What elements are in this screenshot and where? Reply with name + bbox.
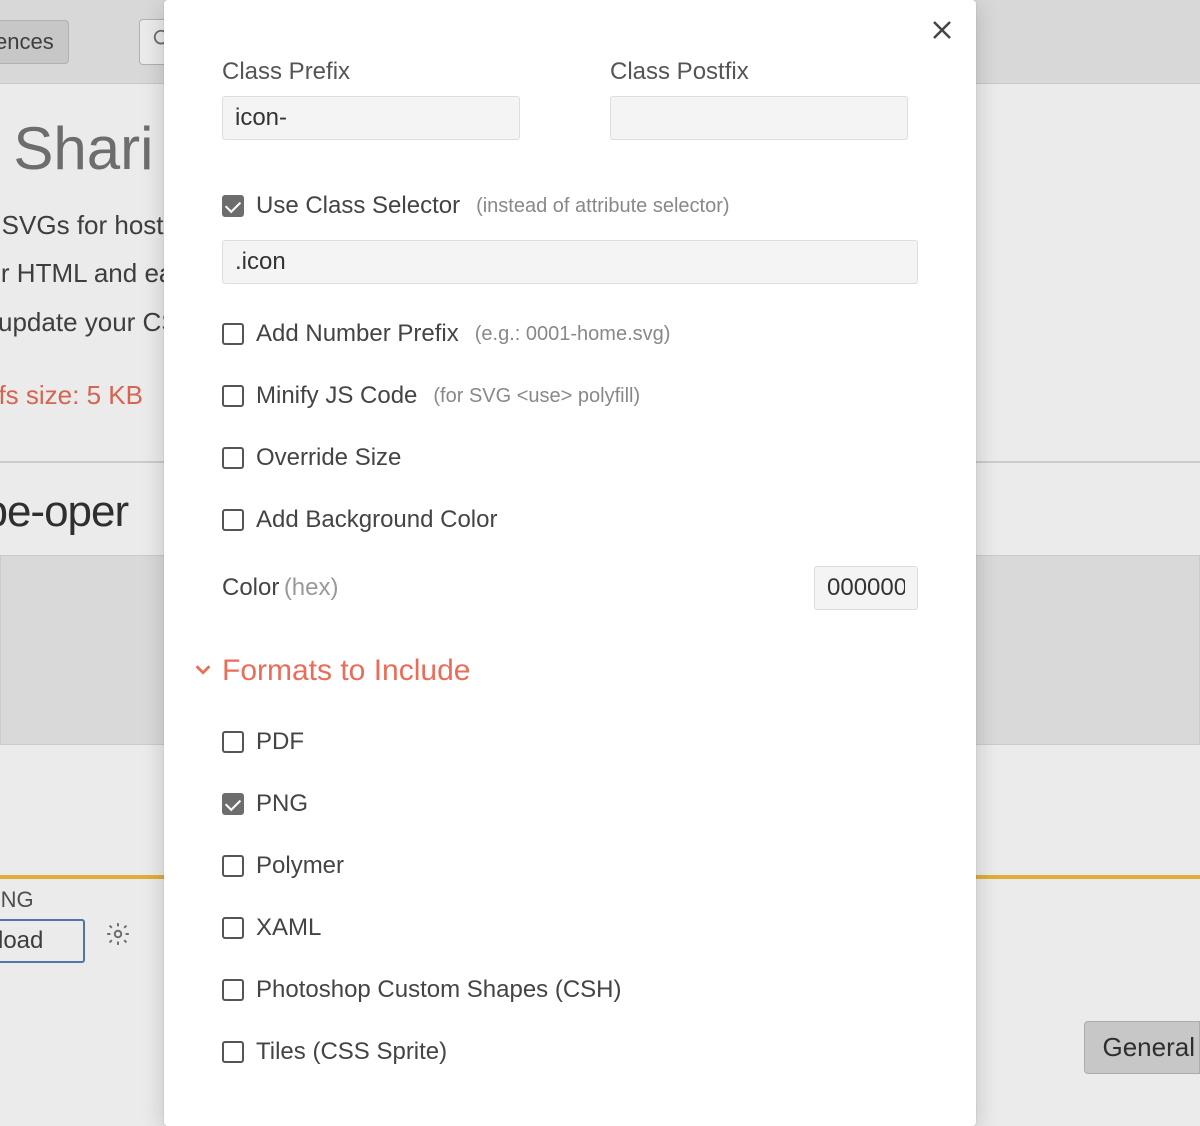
class-prefix-input[interactable] <box>222 96 520 140</box>
minify-js-checkbox[interactable] <box>222 385 244 407</box>
format-tiles-row: Tiles (CSS Sprite) <box>222 1038 918 1066</box>
add-number-prefix-label: Add Number Prefix <box>256 320 459 348</box>
format-csh-row: Photoshop Custom Shapes (CSH) <box>222 976 918 1004</box>
format-csh-checkbox[interactable] <box>222 979 244 1001</box>
class-prefix-label: Class Prefix <box>222 58 530 86</box>
class-postfix-field: Class Postfix <box>610 58 918 140</box>
add-bg-color-label: Add Background Color <box>256 506 497 534</box>
close-icon <box>930 29 954 46</box>
use-class-selector-label: Use Class Selector <box>256 192 460 220</box>
class-postfix-input[interactable] <box>610 96 908 140</box>
minify-js-row: Minify JS Code (for SVG <use> polyfill) <box>222 382 918 410</box>
format-pdf-row: PDF <box>222 728 918 756</box>
formats-heading-label: Formats to Include <box>222 654 470 688</box>
format-tiles-label: Tiles (CSS Sprite) <box>256 1038 447 1066</box>
use-class-selector-checkbox[interactable] <box>222 195 244 217</box>
add-number-prefix-hint: (e.g.: 0001-home.svg) <box>475 323 671 346</box>
add-number-prefix-checkbox[interactable] <box>222 323 244 345</box>
format-polymer-label: Polymer <box>256 852 344 880</box>
color-input[interactable] <box>814 566 918 610</box>
format-png-row: PNG <box>222 790 918 818</box>
class-postfix-label: Class Postfix <box>610 58 918 86</box>
override-size-label: Override Size <box>256 444 401 472</box>
color-row: Color (hex) <box>222 566 918 610</box>
add-number-prefix-row: Add Number Prefix (e.g.: 0001-home.svg) <box>222 320 918 348</box>
format-polymer-checkbox[interactable] <box>222 855 244 877</box>
format-pdf-checkbox[interactable] <box>222 731 244 753</box>
format-xaml-label: XAML <box>256 914 321 942</box>
color-label: Color <box>222 574 279 601</box>
preferences-modal: Class Prefix Class Postfix Use Class Sel… <box>164 0 976 1126</box>
use-class-selector-hint: (instead of attribute selector) <box>476 195 729 218</box>
minify-js-hint: (for SVG <use> polyfill) <box>433 385 640 408</box>
override-size-checkbox[interactable] <box>222 447 244 469</box>
chevron-down-icon <box>192 654 214 688</box>
format-xaml-row: XAML <box>222 914 918 942</box>
format-png-label: PNG <box>256 790 308 818</box>
class-selector-input[interactable] <box>222 240 918 284</box>
format-polymer-row: Polymer <box>222 852 918 880</box>
class-prefix-field: Class Prefix <box>222 58 530 140</box>
close-button[interactable] <box>930 18 954 47</box>
use-class-selector-row: Use Class Selector (instead of attribute… <box>222 192 918 220</box>
formats-section-toggle[interactable]: Formats to Include <box>192 654 918 688</box>
format-pdf-label: PDF <box>256 728 304 756</box>
format-xaml-checkbox[interactable] <box>222 917 244 939</box>
formats-list: PDF PNG Polymer XAML Photoshop Custom Sh… <box>222 728 918 1066</box>
format-tiles-checkbox[interactable] <box>222 1041 244 1063</box>
minify-js-label: Minify JS Code <box>256 382 417 410</box>
add-bg-color-row: Add Background Color <box>222 506 918 534</box>
add-bg-color-checkbox[interactable] <box>222 509 244 531</box>
format-csh-label: Photoshop Custom Shapes (CSH) <box>256 976 622 1004</box>
override-size-row: Override Size <box>222 444 918 472</box>
format-png-checkbox[interactable] <box>222 793 244 815</box>
color-hint: (hex) <box>284 574 339 601</box>
